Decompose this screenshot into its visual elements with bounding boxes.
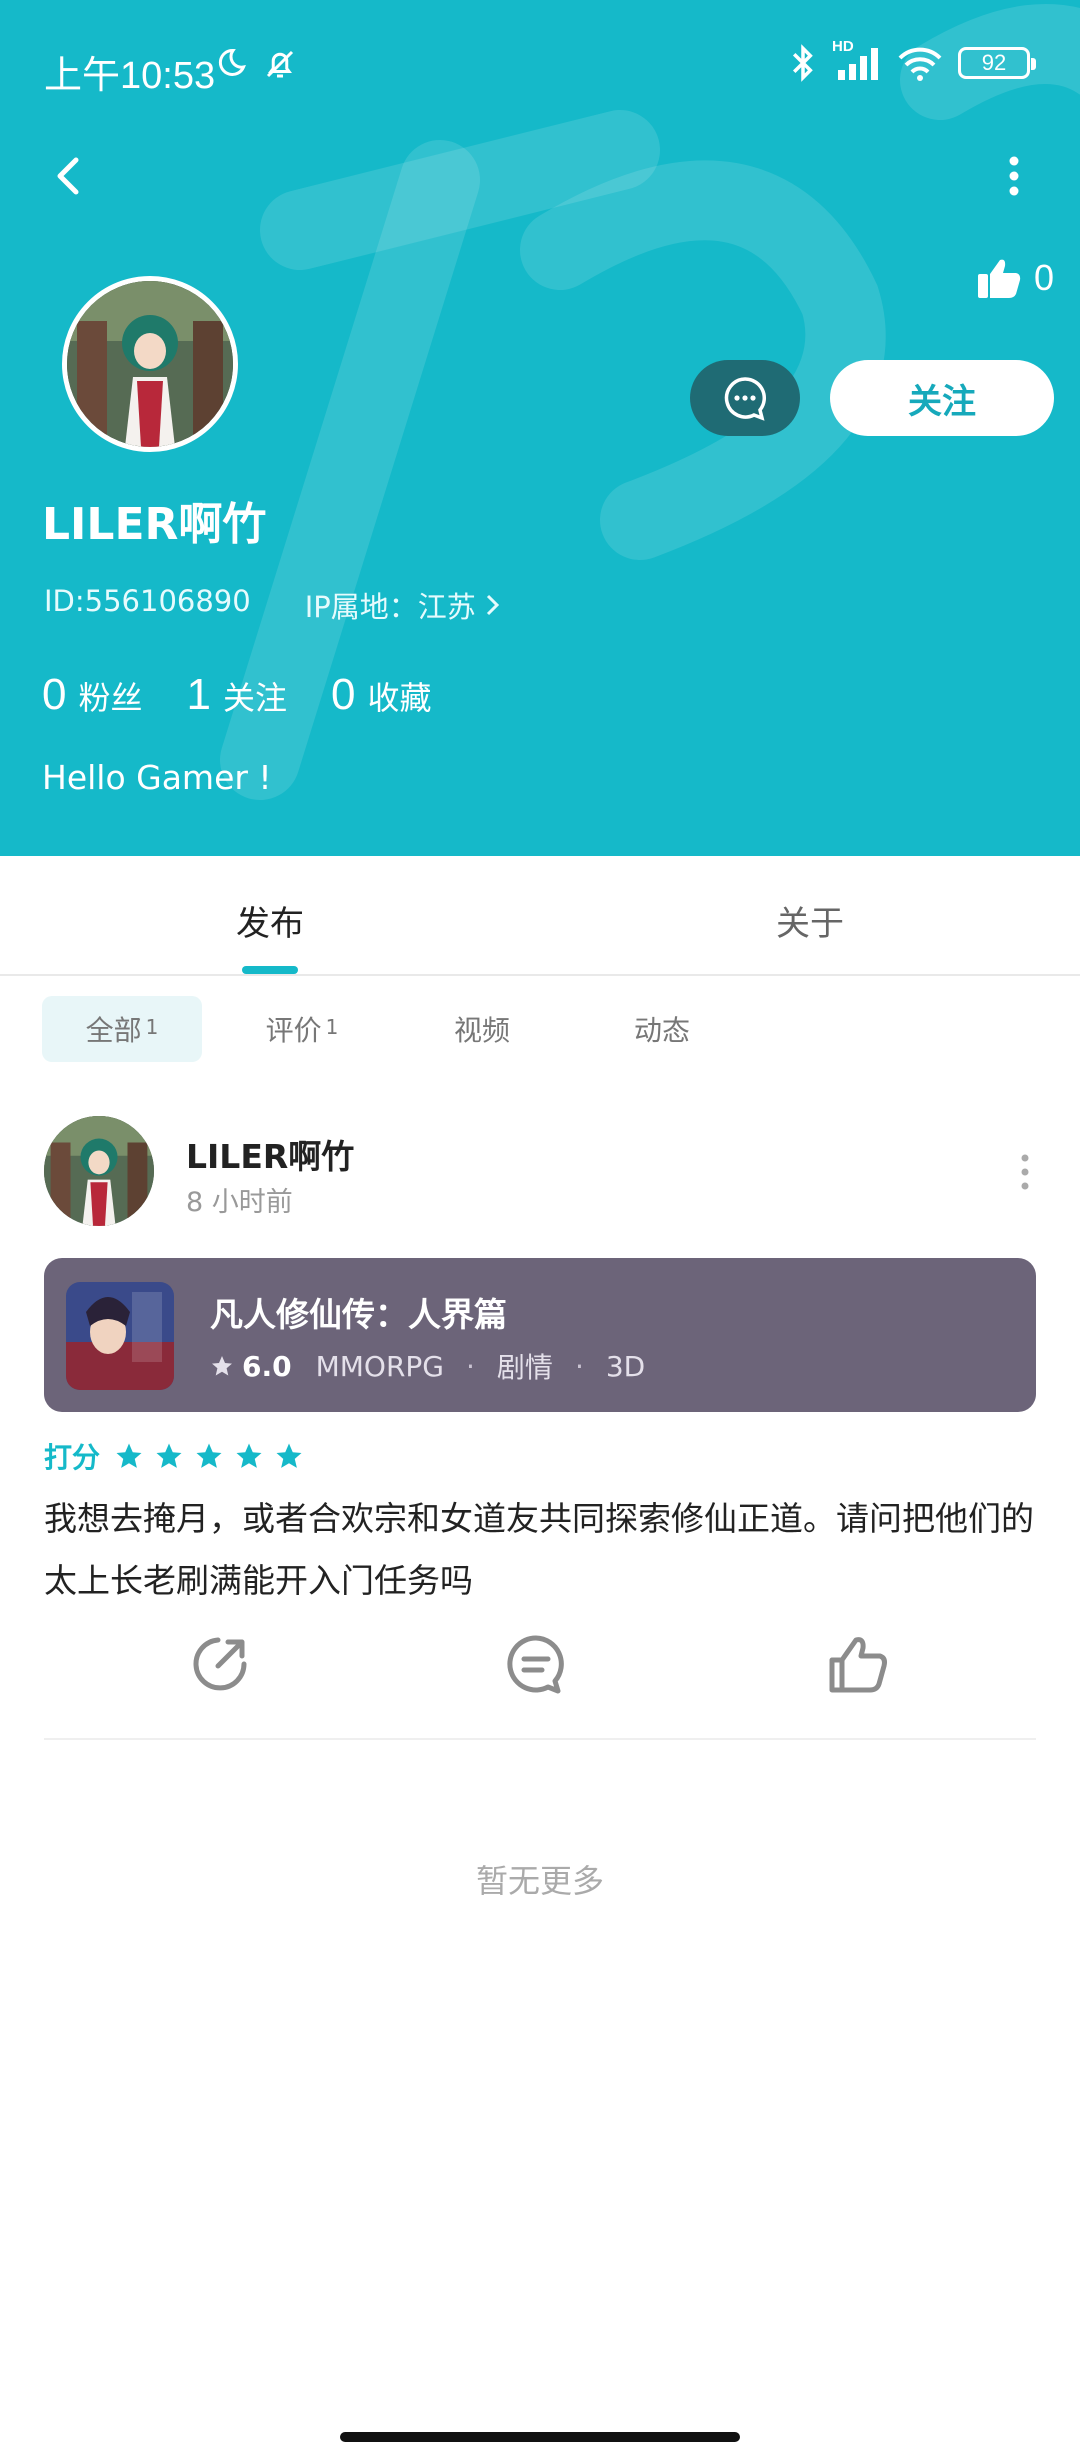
thumbs-up-icon[interactable] (826, 1632, 890, 1696)
profile-header: 上午10:53 HD 92 0 关注 LILER啊竹 ID:556106890 … (0, 0, 1080, 856)
ip-location-link[interactable]: IP属地：江苏 (305, 584, 502, 626)
home-indicator[interactable] (340, 2432, 740, 2442)
battery-icon: 92 (958, 47, 1036, 79)
filter-videos[interactable]: 视频 (402, 996, 562, 1062)
no-more-text: 暂无更多 (475, 1862, 604, 1900)
tab-publish[interactable]: 发布 (0, 896, 540, 945)
chat-bubble-icon (724, 377, 766, 421)
filter-moments[interactable]: 动态 (582, 996, 742, 1062)
wifi-icon (898, 47, 942, 81)
post-username[interactable]: LILER啊竹 (186, 1130, 354, 1178)
post-actions (44, 1632, 1036, 1712)
stat-favorites[interactable]: 0 收藏 (331, 670, 432, 720)
rating-label: 打分 (44, 1441, 101, 1474)
game-title: 凡人修仙传：人界篇 (210, 1295, 507, 1334)
game-cover-image (66, 1282, 174, 1390)
profile-avatar[interactable] (62, 276, 238, 452)
profile-bio: Hello Gamer ! (42, 758, 272, 797)
bell-off-icon (266, 50, 294, 78)
profile-like-count[interactable]: 0 (976, 256, 1054, 300)
post-avatar[interactable] (44, 1116, 154, 1226)
chevron-right-icon (486, 594, 499, 616)
share-icon[interactable] (188, 1632, 252, 1696)
tab-active-indicator (242, 966, 298, 974)
signal-icon: HD (832, 38, 882, 82)
stat-fans[interactable]: 0 粉丝 (42, 670, 143, 720)
star-icon (196, 1443, 222, 1468)
thumbs-up-icon (977, 259, 1021, 298)
moon-icon (218, 48, 246, 76)
filter-chips: 全部 1 评价 1 视频 动态 (42, 996, 742, 1062)
game-tag: 剧情 (496, 1351, 553, 1384)
avatar-image (44, 1116, 154, 1226)
game-icon (66, 1282, 174, 1390)
more-vertical-icon[interactable] (984, 146, 1044, 206)
game-score: 6.0 (210, 1350, 292, 1383)
status-bar: 上午10:53 HD 92 (0, 0, 1080, 136)
filter-all[interactable]: 全部 1 (42, 996, 202, 1062)
rating-row: 打分 (44, 1436, 304, 1476)
ip-location-text: IP属地：江苏 (304, 590, 476, 624)
game-tag: 3D (605, 1349, 646, 1383)
divider (44, 1738, 1036, 1740)
post-body[interactable]: 我想去掩月，或者合欢宗和女道友共同探索修仙正道。请问把他们的太上长老刷满能开入门… (44, 1488, 1034, 1612)
stats-row: 0 粉丝 1 关注 0 收藏 (42, 670, 432, 720)
profile-username: LILER啊竹 (42, 499, 267, 550)
filter-reviews[interactable]: 评价 1 (222, 996, 382, 1062)
game-meta: 6.0 MMORPG · 剧情 · 3D (210, 1346, 645, 1386)
follow-button[interactable]: 关注 (830, 360, 1054, 436)
post-timestamp: 8 小时前 (186, 1187, 293, 1218)
stat-following[interactable]: 1 关注 (187, 670, 288, 720)
comment-icon[interactable] (504, 1632, 568, 1696)
game-tag: MMORPG (315, 1349, 445, 1383)
star-icon (156, 1443, 182, 1468)
star-icon (236, 1443, 262, 1468)
id-row: ID:556106890 IP属地：江苏 (44, 584, 502, 626)
post-more-icon[interactable] (1010, 1150, 1040, 1194)
game-card[interactable]: 凡人修仙传：人界篇 6.0 MMORPG · 剧情 · 3D (44, 1258, 1036, 1412)
tab-about[interactable]: 关于 (540, 896, 1080, 945)
profile-tabs: 发布 关于 (0, 856, 1080, 976)
star-icon (116, 1443, 142, 1468)
user-id: ID:556106890 (44, 584, 251, 618)
star-icon (276, 1443, 302, 1468)
bluetooth-icon (792, 44, 813, 82)
avatar-image (67, 281, 233, 447)
status-time: 上午10:53 (44, 55, 216, 97)
star-icon (212, 1356, 232, 1376)
chevron-left-icon[interactable] (40, 146, 100, 206)
message-button[interactable] (690, 360, 800, 436)
